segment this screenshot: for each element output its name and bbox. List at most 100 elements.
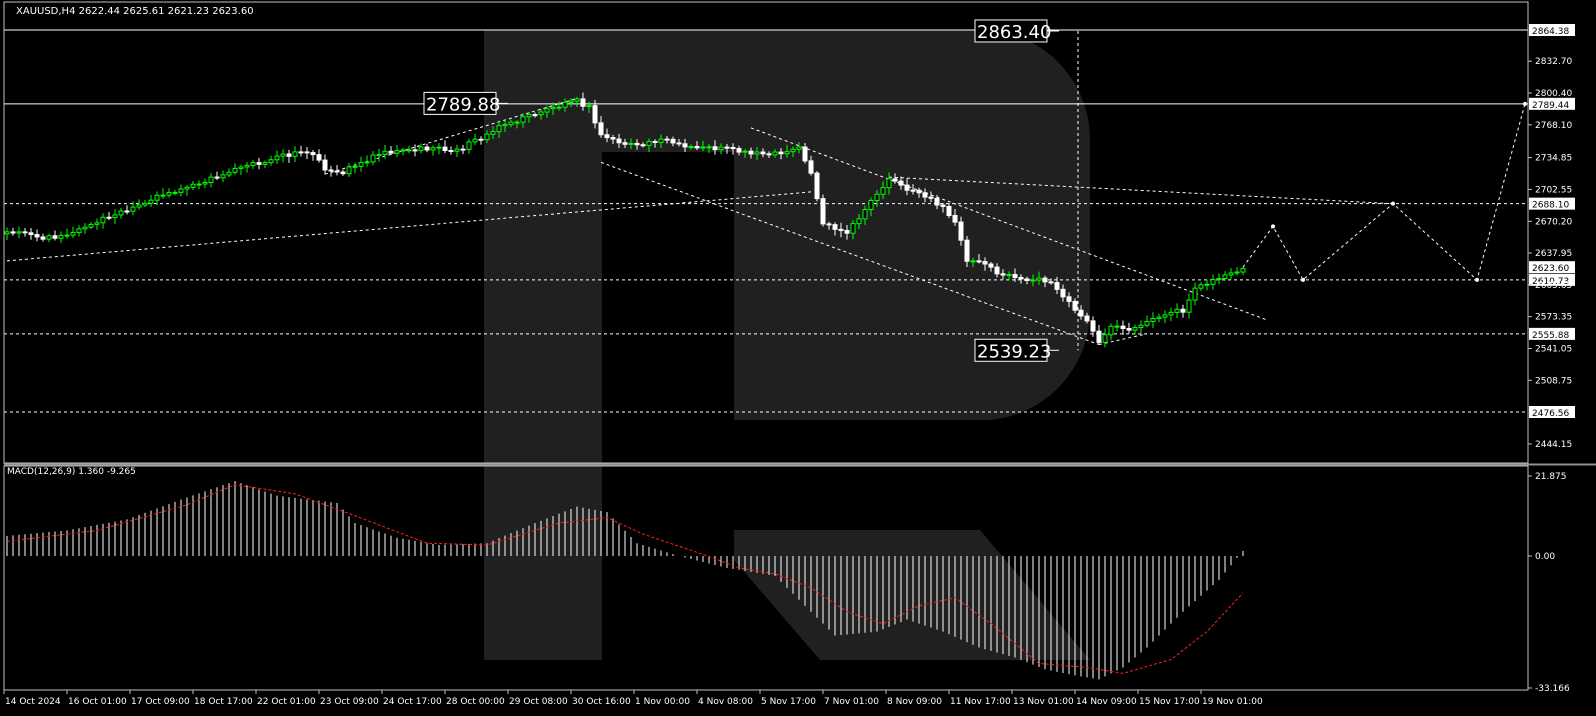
candle-body [952,214,958,223]
candle-body [1030,279,1036,282]
candle-body [34,234,40,238]
candle-body [1240,268,1246,273]
candle-body [784,151,790,155]
candle-body [808,160,814,174]
candle-body [16,231,22,234]
candle-body [832,224,838,230]
candle-body [850,223,856,234]
candle-body [514,121,520,124]
candle-body [226,171,232,176]
candle-body [898,180,904,186]
candle-body [448,150,454,153]
candle-body [934,197,940,206]
candle-body [1102,334,1108,343]
candle-body [1090,320,1096,332]
macd-tick-label: -33.166 [1535,684,1570,694]
candle-body [790,148,796,153]
candle-body [1066,296,1072,302]
price-level-value: 2864.38 [1532,27,1569,37]
candle-body [1162,314,1168,318]
candle-body [1150,317,1156,323]
candle-body [1204,283,1210,286]
candle-body [388,150,394,154]
candle-body [958,221,964,241]
y-tick-label: 2768.10 [1535,121,1572,131]
candle-body [322,159,328,171]
candle-body [304,151,310,154]
candle-body [202,181,208,185]
candle-body [610,137,616,140]
candle-body [4,231,10,235]
x-tick-label: 1 Nov 00:00 [635,697,690,707]
x-tick-label: 17 Oct 09:00 [131,697,190,707]
candle-body [826,223,832,226]
price-level-value: 2688.10 [1532,201,1569,211]
candle-body [490,131,496,135]
candle-body [874,193,880,202]
candle-body [820,198,826,225]
candle-body [1072,300,1078,311]
candle-body [988,263,994,268]
x-tick-label: 14 Oct 2024 [5,697,61,707]
candle-body [1180,308,1186,313]
candle-body [652,140,658,143]
y-tick-label: 2508.75 [1535,376,1572,386]
candle-body [1228,272,1234,276]
candle-body [796,146,802,150]
candle-body [382,150,388,155]
candle-body [1198,284,1204,289]
candle-body [634,142,640,146]
forecast-arrow [1391,201,1395,206]
candle-body [88,223,94,228]
candle-body [682,143,688,148]
candle-body [484,133,490,141]
candle-body [298,151,304,154]
candle-body [70,232,76,236]
candle-body [136,204,142,208]
candle-body [688,146,694,149]
candle-body [58,234,64,239]
candle-body [82,226,88,230]
candle-body [844,229,850,234]
candle-body [250,162,256,166]
candle-body [292,151,298,157]
x-tick-label: 28 Oct 00:00 [446,697,505,707]
candle-body [586,105,592,108]
candle-body [244,164,250,168]
candle-body [742,150,748,153]
candle-body [316,154,322,161]
candle-body [538,111,544,116]
candle-body [1210,279,1216,285]
candle-body [946,205,952,216]
candle-body [1138,324,1144,328]
candle-body [256,162,262,165]
candle-body [616,138,622,144]
y-tick-label: 2541.05 [1535,344,1572,354]
y-tick-label: 2573.35 [1535,313,1572,323]
y-tick-label: 2637.95 [1535,249,1572,259]
candle-body [856,218,862,225]
candle-body [358,162,364,167]
candle-body [1192,287,1198,301]
chart-area[interactable]: 2864.382789.442688.102610.732555.882476.… [0,0,1596,716]
candle-body [706,146,712,149]
candle-body [838,228,844,231]
candle-body [124,210,130,213]
candle-body [1108,325,1114,336]
macd-tick-label: 0.00 [1535,552,1555,562]
x-tick-label: 16 Oct 01:00 [68,697,127,707]
candle-body [736,148,742,153]
x-tick-label: 11 Nov 17:00 [950,697,1011,707]
candle-body [334,170,340,173]
y-tick-label: 2670.20 [1535,217,1572,227]
candle-body [580,98,586,107]
candle-body [100,216,106,224]
candle-body [520,116,526,123]
candle-body [496,125,502,133]
candle-body [886,178,892,189]
candle-body [1012,274,1018,278]
x-tick-label: 15 Nov 17:00 [1139,697,1200,707]
candle-body [964,239,970,262]
candle-body [1078,309,1084,317]
candle-body [268,159,274,164]
